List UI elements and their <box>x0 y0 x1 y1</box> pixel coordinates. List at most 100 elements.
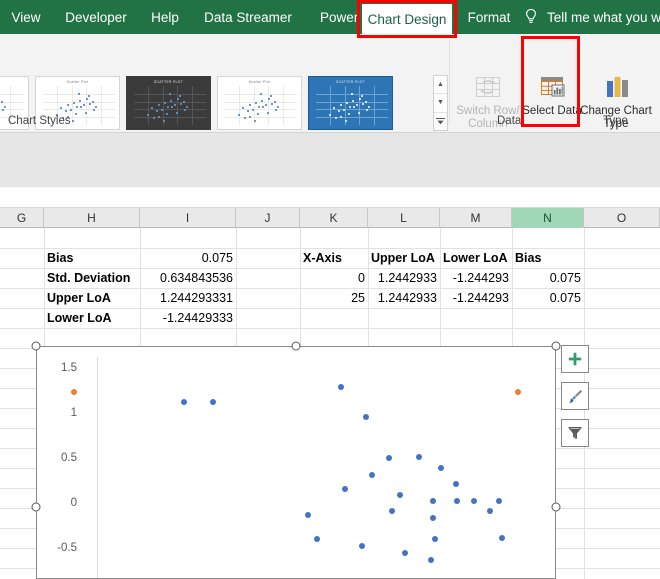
y-tick-label: 1.5 <box>61 362 77 374</box>
cell-M[interactable]: -1.244293 <box>440 288 512 308</box>
scatter-point <box>342 486 348 492</box>
switch-row-column-icon <box>472 74 504 102</box>
column-header-row: GHIJKLMNO <box>0 208 660 228</box>
scatter-point <box>369 472 375 478</box>
chart-handle-middle-left[interactable] <box>32 503 41 512</box>
cell-H[interactable]: Std. Deviation <box>44 268 140 288</box>
paintbrush-icon <box>567 388 584 405</box>
column-header-N[interactable]: N <box>512 208 584 228</box>
y-tick-label: 1 <box>71 407 77 419</box>
scatter-point <box>359 543 365 549</box>
cell-K[interactable]: X-Axis <box>300 248 368 268</box>
chart-handle-top-left[interactable] <box>32 342 41 351</box>
ribbon-tab-help[interactable]: Help <box>144 0 186 34</box>
chart-floating-buttons[interactable] <box>561 345 591 456</box>
cell-N[interactable]: 0.075 <box>512 288 584 308</box>
column-header-M[interactable]: M <box>440 208 512 228</box>
chart-handle-top-center[interactable] <box>292 342 301 351</box>
group-divider-1 <box>449 40 450 124</box>
gallery-scroll-up-button[interactable]: ▲ <box>434 76 447 94</box>
scatter-point <box>453 481 459 487</box>
gallery-more-button[interactable] <box>434 113 447 130</box>
scatter-point <box>181 399 187 405</box>
gallery-scroll-buttons[interactable]: ▲ ▼ <box>433 75 448 131</box>
cell-L[interactable]: Upper LoA <box>368 248 440 268</box>
scatter-point <box>515 389 521 395</box>
column-header-G[interactable]: G <box>0 208 44 228</box>
cell-H[interactable]: Lower LoA <box>44 308 140 328</box>
ribbon-content: Scatter PlotScatter PlotSCATTER PLOTScat… <box>0 34 660 133</box>
scatter-point <box>454 498 460 504</box>
select-data-button[interactable]: Select Data <box>521 74 583 130</box>
tell-me-label: Tell me what you w <box>547 10 660 25</box>
chart-styles-button[interactable] <box>561 382 589 410</box>
cell-L[interactable]: 1.2442933 <box>368 268 440 288</box>
ribbon-tab-format[interactable]: Format <box>460 0 518 34</box>
column-header-J[interactable]: J <box>236 208 300 228</box>
cell-N[interactable]: 0.075 <box>512 268 584 288</box>
scatter-point <box>499 535 505 541</box>
scatter-point <box>305 512 311 518</box>
chart-style-thumb-title: SCATTER PLOT <box>127 80 210 84</box>
name-box-strip <box>0 186 660 208</box>
column-header-H[interactable]: H <box>44 208 140 228</box>
grid-row-line <box>0 328 660 329</box>
y-axis-line <box>97 357 98 579</box>
data-group-label: Data <box>497 115 521 127</box>
scatter-point <box>338 384 344 390</box>
cell-H[interactable]: Upper LoA <box>44 288 140 308</box>
chart-style-thumb-title: Scatter Plot <box>0 80 28 84</box>
scatter-chart[interactable]: 1.510.50-0.5 <box>36 346 556 579</box>
chart-style-thumb-preview <box>316 86 388 125</box>
chart-filters-button[interactable] <box>561 419 589 447</box>
chart-handle-middle-right[interactable] <box>552 503 561 512</box>
chart-elements-button[interactable] <box>561 345 589 373</box>
tell-me-search[interactable]: Tell me what you w <box>524 0 660 34</box>
y-tick-label: -0.5 <box>57 542 77 554</box>
chart-style-thumb-3[interactable]: SCATTER PLOT <box>126 76 211 130</box>
chart-handle-top-right[interactable] <box>552 342 561 351</box>
chart-style-thumb-4[interactable]: Scatter Plot <box>217 76 302 130</box>
scatter-point <box>487 508 493 514</box>
chart-styles-group-label: Chart Styles <box>8 115 71 127</box>
cell-L[interactable]: 1.2442933 <box>368 288 440 308</box>
cell-I[interactable]: -1.24429333 <box>140 308 236 328</box>
lightbulb-icon <box>524 8 538 26</box>
cell-K[interactable]: 0 <box>300 268 368 288</box>
change-chart-type-icon <box>600 74 632 102</box>
cell-N[interactable]: Bias <box>512 248 584 268</box>
scatter-point <box>471 498 477 504</box>
chart-style-thumb-5[interactable]: SCATTER PLOT <box>308 76 393 130</box>
ribbon-tab-developer[interactable]: Developer <box>56 0 136 34</box>
column-header-K[interactable]: K <box>300 208 368 228</box>
chart-style-thumb-preview <box>134 86 206 125</box>
column-header-I[interactable]: I <box>140 208 236 228</box>
cell-H[interactable]: Bias <box>44 248 140 268</box>
gallery-scroll-down-button[interactable]: ▼ <box>434 94 447 112</box>
cell-M[interactable]: -1.244293 <box>440 268 512 288</box>
column-header-L[interactable]: L <box>368 208 440 228</box>
ribbon-tab-view[interactable]: View <box>4 0 48 34</box>
chart-style-thumb-preview <box>225 86 297 125</box>
scatter-point <box>210 399 216 405</box>
chart-plot-area <box>37 347 557 579</box>
column-header-O[interactable]: O <box>584 208 660 228</box>
scatter-point <box>397 492 403 498</box>
cell-I[interactable]: 0.075 <box>140 248 236 268</box>
y-tick-label: 0 <box>71 497 77 509</box>
cell-I[interactable]: 0.634843536 <box>140 268 236 288</box>
scatter-point <box>432 536 438 542</box>
cell-I[interactable]: 1.244293331 <box>140 288 236 308</box>
scatter-point <box>428 557 434 563</box>
cell-K[interactable]: 25 <box>300 288 368 308</box>
plus-icon <box>567 351 583 367</box>
ribbon-tab-chart-design[interactable]: Chart Design <box>362 4 452 34</box>
scatter-point <box>386 455 392 461</box>
select-data-icon <box>536 74 568 102</box>
y-axis-tick-labels: 1.510.50-0.5 <box>37 347 77 579</box>
ribbon-tab-data-streamer[interactable]: Data Streamer <box>194 0 302 34</box>
scatter-point <box>496 498 502 504</box>
chart-style-thumb-title: Scatter Plot <box>218 80 301 84</box>
cell-M[interactable]: Lower LoA <box>440 248 512 268</box>
scatter-point <box>438 465 444 471</box>
